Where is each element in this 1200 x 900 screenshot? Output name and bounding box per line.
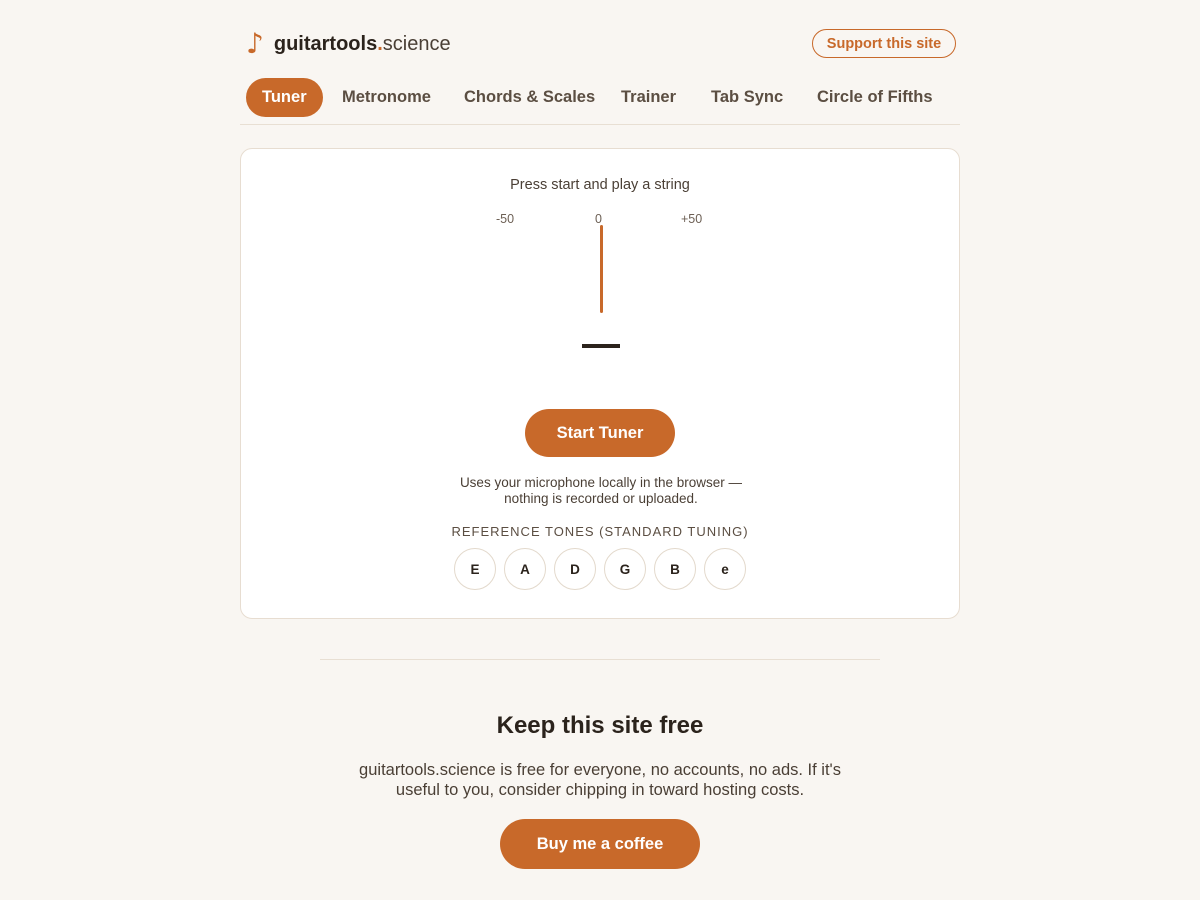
- tone-button-low-e[interactable]: E: [454, 548, 496, 590]
- microphone-notice-line2: nothing is recorded or uploaded.: [504, 491, 698, 506]
- tuner-card: Press start and play a string -50 0 +50 …: [240, 148, 960, 619]
- scale-min-label: -50: [496, 212, 515, 226]
- tool-tabs: Tuner Metronome Chords & Scales Trainer …: [240, 78, 960, 125]
- scale-center-label: 0: [595, 212, 602, 226]
- tone-button-high-e[interactable]: e: [704, 548, 746, 590]
- section-divider: [320, 659, 880, 660]
- reference-tones-title: REFERENCE TONES (STANDARD TUNING): [451, 524, 749, 539]
- tab-chords-scales[interactable]: Chords & Scales: [464, 78, 595, 117]
- site-header: ♪ guitartools.science Support this site: [246, 28, 956, 62]
- buy-coffee-button[interactable]: Buy me a coffee: [500, 819, 700, 869]
- tone-button-g[interactable]: G: [604, 548, 646, 590]
- microphone-notice-line1: Uses your microphone locally in the brow…: [459, 475, 743, 490]
- music-note-icon: ♪: [246, 27, 264, 60]
- tab-circle-of-fifths[interactable]: Circle of Fifths: [817, 78, 933, 117]
- logo-name: guitartools: [273, 33, 378, 55]
- support-text-line2: useful to you, consider chipping in towa…: [395, 781, 805, 799]
- logo-tld: science: [382, 33, 451, 55]
- support-section-title: Keep this site free: [496, 712, 704, 739]
- support-section-text: guitartools.science is free for everyone…: [340, 760, 860, 800]
- tab-tuner[interactable]: Tuner: [246, 78, 323, 117]
- tone-button-d[interactable]: D: [554, 548, 596, 590]
- site-logo[interactable]: ♪ guitartools.science: [246, 30, 451, 58]
- buy-coffee-label: Buy me a coffee: [536, 834, 664, 853]
- logo-text: guitartools.science: [274, 30, 451, 58]
- tone-button-a[interactable]: A: [504, 548, 546, 590]
- support-text-line1: guitartools.science is free for everyone…: [359, 761, 841, 779]
- tab-tab-sync[interactable]: Tab Sync: [711, 78, 783, 117]
- tone-button-b[interactable]: B: [654, 548, 696, 590]
- tab-metronome[interactable]: Metronome: [342, 78, 431, 117]
- reference-tones: E A D G B e: [454, 548, 746, 590]
- detected-note-placeholder: [582, 344, 620, 348]
- microphone-notice: Uses your microphone locally in the brow…: [401, 475, 801, 507]
- tab-trainer[interactable]: Trainer: [621, 78, 676, 117]
- tuner-needle: [600, 225, 603, 313]
- support-button[interactable]: Support this site: [812, 29, 956, 58]
- start-tuner-button[interactable]: Start Tuner: [525, 409, 675, 457]
- scale-max-label: +50: [681, 212, 703, 226]
- tuner-prompt: Press start and play a string: [510, 177, 690, 193]
- page: ♪ guitartools.science Support this site …: [0, 0, 1200, 900]
